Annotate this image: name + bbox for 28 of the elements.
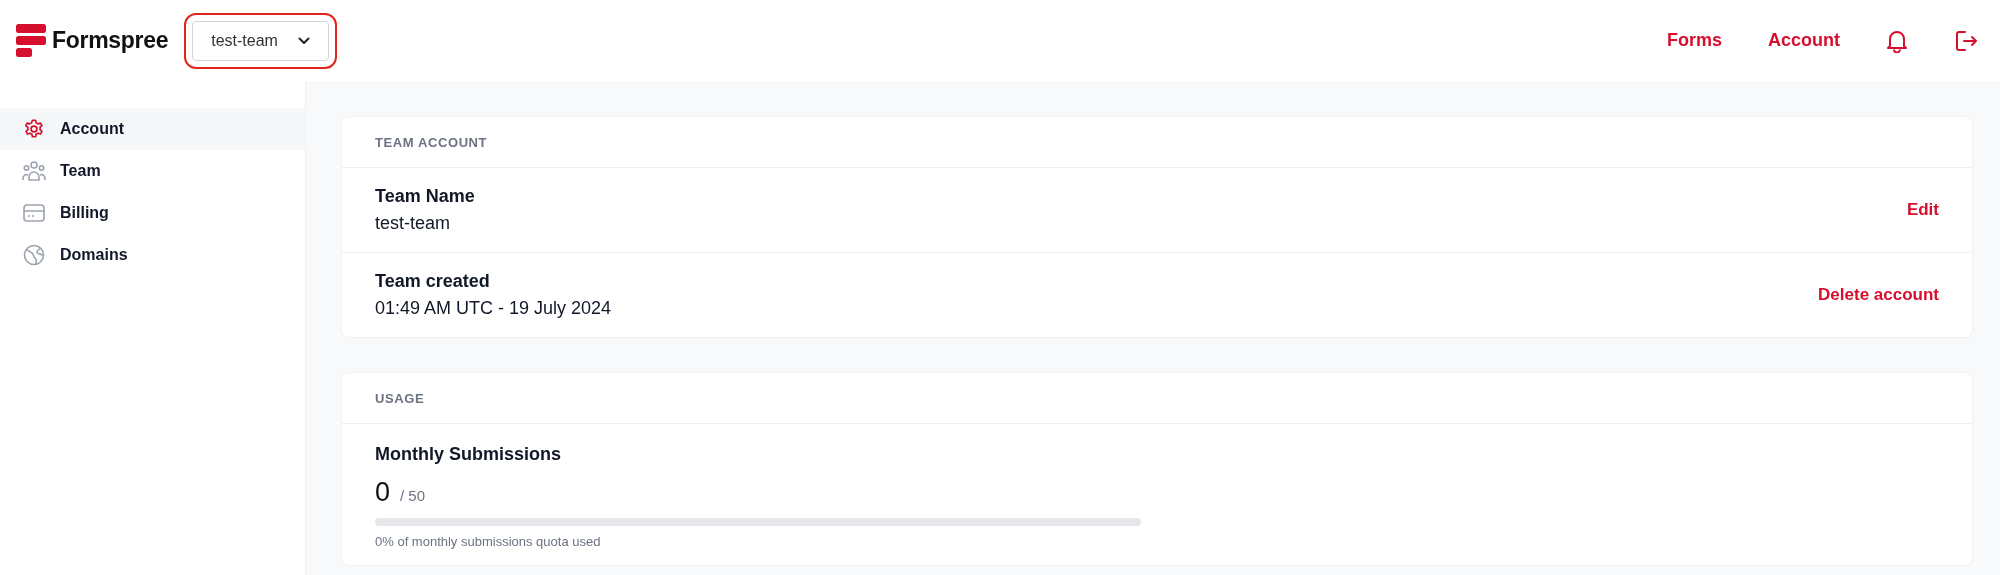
team-selector[interactable]: test-team xyxy=(192,20,329,61)
field-value: 01:49 AM UTC - 19 July 2024 xyxy=(375,298,612,319)
field-value: test-team xyxy=(375,213,452,234)
credit-card-icon xyxy=(22,203,46,223)
logout-icon[interactable] xyxy=(1954,28,1978,53)
sidebar-item[interactable]: Billing xyxy=(0,192,305,234)
sidebar-item[interactable]: Domains xyxy=(0,234,305,276)
sidebar-item[interactable]: Team xyxy=(0,150,305,192)
usage-label: Monthly Submissions xyxy=(375,444,561,465)
nav-link[interactable]: Account xyxy=(1768,30,1840,51)
settings-icon xyxy=(22,118,46,140)
notifications-icon[interactable] xyxy=(1886,28,1908,53)
usage-caption: 0% of monthly submissions quota used xyxy=(375,534,601,549)
chevron-down-icon xyxy=(297,36,310,45)
section-title: TEAM ACCOUNT xyxy=(375,134,488,150)
usage-limit: / 50 xyxy=(400,487,426,504)
field-label: Team created xyxy=(375,271,491,292)
nav-link[interactable]: Forms xyxy=(1667,30,1722,51)
section-title: USAGE xyxy=(375,390,425,406)
globe-icon xyxy=(22,244,46,266)
field-label: Team Name xyxy=(375,186,475,207)
people-icon xyxy=(22,160,46,182)
logo-icon xyxy=(16,23,46,58)
action-link[interactable]: Delete account xyxy=(1818,285,1939,305)
sidebar-item[interactable]: Account xyxy=(0,108,305,150)
brand-name: Formspree xyxy=(52,27,169,54)
usage-count: 0 xyxy=(375,477,391,508)
action-link[interactable]: Edit xyxy=(1906,200,1939,220)
